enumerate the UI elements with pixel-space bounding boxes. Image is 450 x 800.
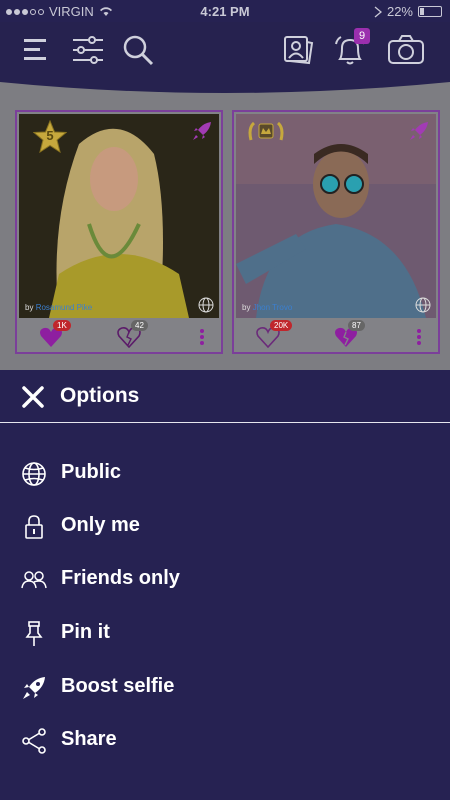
notification-badge: 9: [354, 28, 370, 44]
options-sheet: Options Public Only me Friends only Pin …: [0, 370, 450, 800]
boost-rocket-icon[interactable]: [408, 120, 430, 142]
option-share[interactable]: Share: [0, 717, 450, 765]
crown-badge-icon: [248, 121, 284, 141]
lock-icon: [25, 515, 43, 539]
broken-heart-count: 42: [131, 320, 148, 331]
options-title: Options: [60, 384, 140, 407]
feed-header-curve: [0, 78, 450, 93]
app-bar: 9: [0, 22, 450, 78]
card-author-link[interactable]: Rosamund Pike: [36, 303, 92, 312]
byline-prefix: by: [25, 303, 34, 312]
selfie-photo[interactable]: by Jhon Trovo: [236, 114, 436, 318]
option-label: Pin it: [61, 621, 110, 643]
globe-icon: [22, 462, 46, 486]
option-public[interactable]: Public: [0, 450, 450, 498]
options-header: Options: [0, 370, 450, 423]
camera-icon[interactable]: [386, 32, 426, 68]
globe-icon: [415, 297, 431, 313]
broken-heart-count: 87: [348, 320, 365, 331]
option-label: Boost selfie: [61, 675, 175, 697]
card-actions: 1K 42: [17, 320, 221, 352]
option-boost-selfie[interactable]: Boost selfie: [0, 664, 450, 712]
option-label: Friends only: [61, 567, 180, 589]
selfie-card[interactable]: 5 by Rosamund Pike 1K 42: [15, 110, 223, 354]
filter-sliders-icon[interactable]: [70, 32, 106, 68]
rocket-icon: [23, 677, 45, 699]
option-label: Only me: [61, 514, 140, 536]
card-byline: by Rosamund Pike: [25, 303, 92, 312]
globe-icon: [198, 297, 214, 313]
hamburger-menu-icon[interactable]: [20, 32, 56, 68]
pin-icon: [25, 621, 43, 646]
battery-percent: 22%: [386, 4, 413, 19]
notification-count: 9: [358, 30, 366, 42]
status-bar: VIRGIN 4:21 PM 22%: [0, 0, 450, 22]
boost-rocket-icon[interactable]: [191, 120, 213, 142]
alarm-icon: [374, 6, 382, 17]
battery-icon: [418, 6, 442, 17]
option-label: Public: [61, 461, 122, 483]
option-friends-only[interactable]: Friends only: [0, 556, 450, 604]
rank-number: 5: [46, 128, 54, 143]
share-icon: [22, 728, 46, 754]
more-options-icon[interactable]: [416, 328, 422, 346]
option-only-me[interactable]: Only me: [0, 503, 450, 551]
friends-icon: [21, 571, 47, 589]
like-count: 1K: [53, 320, 71, 331]
option-label: Share: [61, 728, 117, 750]
search-icon[interactable]: [120, 32, 156, 68]
option-pin-it[interactable]: Pin it: [0, 610, 450, 658]
gallery-contacts-icon[interactable]: [280, 32, 316, 68]
selfie-card[interactable]: by Jhon Trovo 20K 87: [232, 110, 440, 354]
byline-prefix: by: [242, 303, 251, 312]
status-right: 22%: [374, 4, 442, 19]
more-options-icon[interactable]: [199, 328, 205, 346]
rank-star-badge: 5: [32, 119, 68, 154]
selfie-photo[interactable]: 5 by Rosamund Pike: [19, 114, 219, 318]
card-author-link[interactable]: Jhon Trovo: [253, 303, 293, 312]
card-actions: 20K 87: [234, 320, 438, 352]
card-byline: by Jhon Trovo: [242, 303, 292, 312]
like-count: 20K: [270, 320, 293, 331]
close-icon[interactable]: [21, 385, 45, 409]
